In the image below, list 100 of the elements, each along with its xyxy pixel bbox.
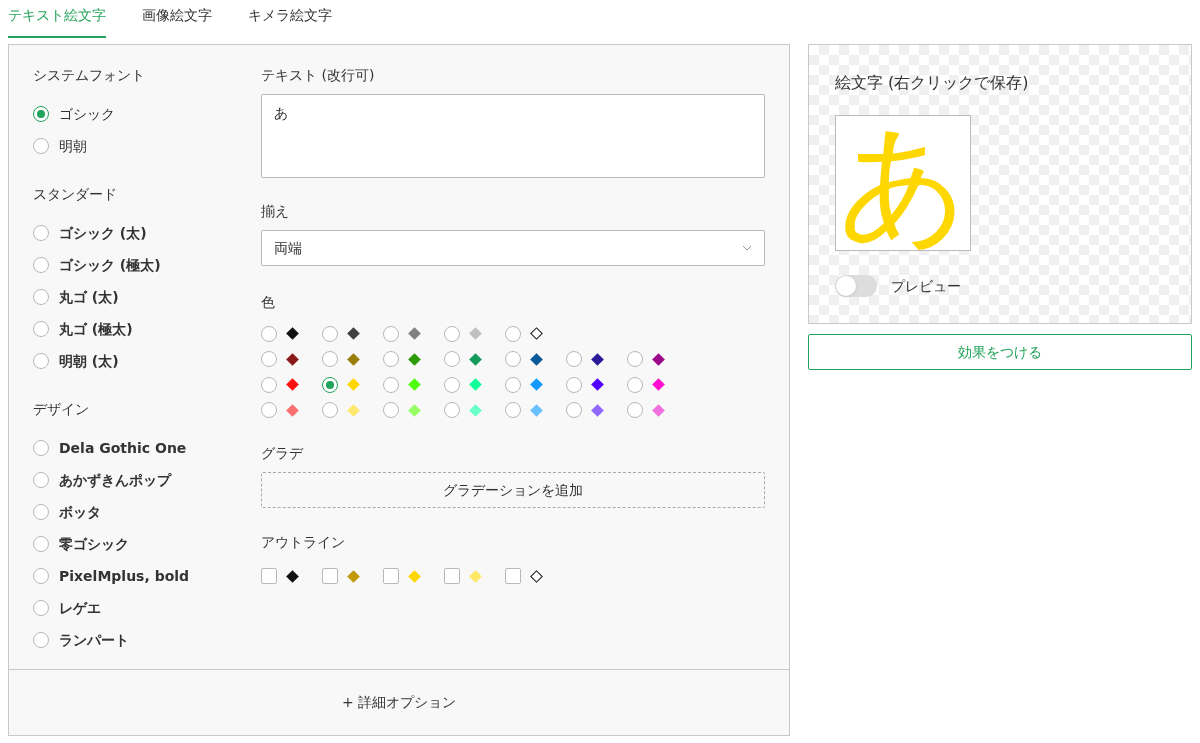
details-option-button[interactable]: + 詳細オプション [9, 669, 789, 735]
radio-button[interactable] [261, 325, 277, 342]
radio-button[interactable] [33, 106, 49, 122]
color-swatch[interactable] [651, 377, 665, 392]
radio-button[interactable] [566, 402, 582, 419]
radio-button[interactable] [627, 351, 643, 368]
group-heading: システムフォント [33, 66, 146, 85]
font-option-label: ボッタ [59, 502, 101, 522]
radio-button[interactable] [505, 351, 521, 368]
tab[interactable]: キメラ絵文字 [248, 0, 332, 38]
radio-button[interactable] [261, 351, 277, 368]
radio-button[interactable] [444, 402, 460, 419]
field-label: テキスト (改行可) [261, 66, 376, 85]
font-option-label: あかずきんポップ [59, 470, 171, 490]
radio-button[interactable] [627, 402, 643, 419]
color-swatch[interactable] [285, 403, 299, 418]
checkbox[interactable] [261, 568, 277, 584]
radio-button[interactable] [383, 325, 399, 342]
radio-button[interactable] [33, 536, 49, 552]
color-swatch[interactable] [468, 569, 482, 583]
color-swatch[interactable] [529, 403, 543, 418]
radio-button[interactable] [383, 402, 399, 419]
radio-button[interactable] [33, 568, 49, 584]
color-swatch[interactable] [346, 569, 360, 583]
checkbox[interactable] [322, 568, 338, 584]
toggle-label: プレビュー [891, 276, 961, 296]
color-swatch[interactable] [529, 569, 543, 583]
color-swatch[interactable] [468, 377, 482, 392]
color-swatch[interactable] [407, 377, 421, 392]
radio-button[interactable] [261, 402, 277, 419]
checkbox[interactable] [505, 568, 521, 584]
radio-button[interactable] [33, 440, 49, 456]
group-heading: デザイン [33, 400, 90, 419]
color-swatch[interactable] [468, 352, 482, 367]
chevron-down-icon [742, 245, 752, 251]
color-swatch[interactable] [590, 352, 604, 367]
font-option-label: ゴシック (極太) [59, 255, 161, 275]
color-swatch[interactable] [529, 326, 543, 341]
field-label: 揃え [261, 202, 290, 221]
color-swatch[interactable] [346, 403, 360, 418]
color-swatch[interactable] [468, 403, 482, 418]
color-swatch[interactable] [407, 403, 421, 418]
text-field[interactable]: あ [261, 94, 765, 178]
radio-button[interactable] [566, 351, 582, 368]
font-option-label: PixelMplus, bold [59, 566, 190, 586]
color-swatch[interactable] [346, 352, 360, 367]
radio-button[interactable] [33, 504, 49, 520]
color-swatch[interactable] [590, 403, 604, 418]
radio-button[interactable] [505, 402, 521, 419]
radio-button[interactable] [33, 353, 49, 369]
checkbox[interactable] [383, 568, 399, 584]
radio-button[interactable] [33, 225, 49, 241]
color-swatch[interactable] [407, 569, 421, 583]
radio-button[interactable] [627, 376, 643, 393]
add-gradient-button[interactable]: グラデーションを追加 [261, 472, 765, 508]
checkbox[interactable] [444, 568, 460, 584]
field-label: 色 [261, 293, 276, 312]
radio-button[interactable] [505, 325, 521, 342]
radio-button[interactable] [322, 351, 338, 368]
field-label: グラデ [261, 444, 305, 463]
font-option-label: 明朝 [59, 136, 87, 156]
radio-button[interactable] [444, 325, 460, 342]
font-option-label: ゴシック (太) [59, 223, 147, 243]
color-swatch[interactable] [651, 403, 665, 418]
color-swatch[interactable] [407, 352, 421, 367]
tab[interactable]: 画像絵文字 [142, 0, 212, 38]
color-swatch[interactable] [285, 569, 299, 583]
preview-title: 絵文字 (右クリックで保存) [835, 72, 1030, 94]
color-swatch[interactable] [346, 377, 360, 392]
radio-button[interactable] [33, 472, 49, 488]
color-swatch[interactable] [285, 326, 299, 341]
radio-button[interactable] [383, 351, 399, 368]
radio-button[interactable] [33, 321, 49, 337]
group-heading: スタンダード [33, 185, 118, 204]
font-option-label: 零ゴシック [59, 534, 129, 554]
radio-button[interactable] [33, 138, 49, 154]
radio-button[interactable] [566, 376, 582, 393]
color-swatch[interactable] [529, 377, 543, 392]
radio-button[interactable] [33, 289, 49, 305]
radio-button[interactable] [505, 376, 521, 393]
color-swatch[interactable] [346, 326, 360, 341]
radio-button[interactable] [322, 402, 338, 419]
color-swatch[interactable] [407, 326, 421, 341]
color-swatch[interactable] [529, 352, 543, 367]
color-swatch[interactable] [285, 377, 299, 392]
radio-button[interactable] [33, 632, 49, 648]
radio-button[interactable] [261, 376, 277, 393]
radio-button[interactable] [383, 376, 399, 393]
radio-button[interactable] [33, 600, 49, 616]
radio-button[interactable] [322, 376, 338, 393]
font-option-label: Dela Gothic One [59, 438, 187, 458]
radio-button[interactable] [444, 376, 460, 393]
align-select[interactable]: 両端 [261, 230, 765, 266]
radio-button[interactable] [33, 257, 49, 273]
preview-toggle[interactable] [835, 275, 877, 297]
radio-button[interactable] [444, 351, 460, 368]
color-swatch[interactable] [285, 352, 299, 367]
radio-button[interactable] [322, 325, 338, 342]
color-swatch[interactable] [651, 352, 665, 367]
color-swatch[interactable] [590, 377, 604, 392]
